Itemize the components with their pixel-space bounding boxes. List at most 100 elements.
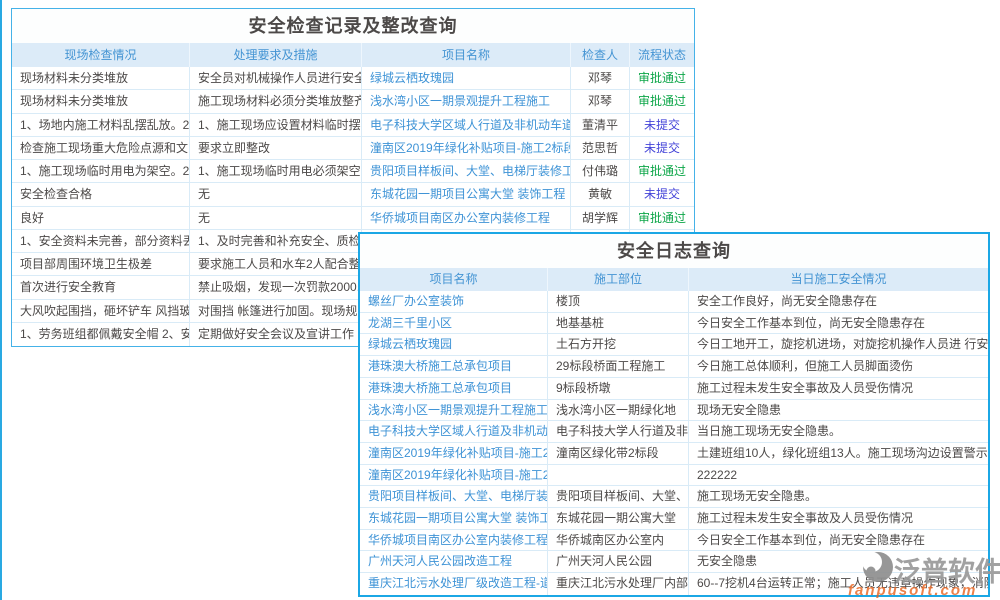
log-row: 贵阳项目样板间、大堂、电梯厅装修工程贵阳项目样板间、大堂、...施工现场无安全隐… — [360, 486, 988, 508]
construction-part-cell: 楼顶 — [548, 291, 689, 312]
log-row: 螺丝厂办公室装饰楼顶安全工作良好，尚无安全隐患存在 — [360, 291, 988, 313]
project-link[interactable]: 贵阳项目样板间、大堂、电梯厅装修工程 — [362, 160, 571, 182]
daily-safety-note-cell: 现场无安全隐患 — [689, 400, 988, 421]
window-title-log: 安全日志查询 — [360, 234, 988, 268]
project-link[interactable]: 东城花园一期项目公寓大堂 装饰工程 — [360, 508, 548, 529]
inspector-cell: 董清平 — [571, 114, 630, 136]
inspection-situation-cell: 大风吹起围挡，砸坏铲车 风挡玻... — [12, 300, 190, 322]
log-row: 潼南区2019年绿化补贴项目-施工2标段 222222 — [360, 465, 988, 487]
project-link[interactable]: 潼南区2019年绿化补贴项目-施工2标段 — [360, 465, 548, 486]
daily-safety-note-cell: 222222 — [689, 465, 988, 486]
construction-part-cell: 29标段桥面工程施工 — [548, 356, 689, 377]
daily-safety-note-cell: 今日工地开工，旋挖机进场，对旋挖机操作人员进 行安全技术... — [689, 334, 988, 355]
inspection-row: 1、施工现场临时用电为架空。2...1、施工现场临时用电必须架空...贵阳项目样… — [12, 160, 694, 183]
measure-cell: 禁止吸烟，发现一次罚款2000... — [190, 276, 362, 298]
measure-cell: 要求立即整改 — [190, 137, 362, 159]
screen-left-edge — [0, 0, 2, 600]
daily-safety-note-cell: 施工过程未发生安全事故及人员受伤情况 — [689, 378, 988, 399]
measure-cell: 安全员对机械操作人员进行安全... — [190, 67, 362, 89]
project-link[interactable]: 港珠澳大桥施工总承包项目 — [360, 356, 548, 377]
project-link[interactable]: 电子科技大学区域人行道及非机动车道工程 — [360, 421, 548, 442]
project-link[interactable]: 潼南区2019年绿化补贴项目-施工2标段 — [362, 137, 571, 159]
construction-part-cell: 东城花园一期公寓大堂 — [548, 508, 689, 529]
safety-log-query-window: 安全日志查询 项目名称施工部位当日施工安全情况 螺丝厂办公室装饰楼顶安全工作良好… — [358, 232, 990, 597]
column-header: 项目名称 — [360, 268, 548, 291]
log-row: 绿城云栖玫瑰园土石方开挖今日工地开工，旋挖机进场，对旋挖机操作人员进 行安全技术… — [360, 334, 988, 356]
inspection-situation-cell: 首次进行安全教育 — [12, 276, 190, 298]
construction-part-cell: 华侨城南区办公室内 — [548, 530, 689, 551]
daily-safety-note-cell: 今日安全工作基本到位，尚无安全隐患存在 — [689, 530, 988, 551]
daily-safety-note-cell: 今日施工总体顺利，但施工人员脚面烫伤 — [689, 356, 988, 377]
construction-part-cell: 广州天河人民公园 — [548, 551, 689, 572]
inspection-situation-cell: 1、施工现场临时用电为架空。2... — [12, 160, 190, 182]
measure-cell: 无 — [190, 183, 362, 205]
inspection-row: 安全检查合格无东城花园一期项目公寓大堂 装饰工程黄敏未提交 — [12, 183, 694, 206]
project-link[interactable]: 绿城云栖玫瑰园 — [362, 67, 571, 89]
inspection-row: 1、场地内施工材料乱摆乱放。2...1、施工现场应设置材料临时摆...电子科技大… — [12, 114, 694, 137]
project-link[interactable]: 重庆江北污水处理厂级改造工程-道路修复 — [360, 573, 548, 595]
log-row: 潼南区2019年绿化补贴项目-施工2标段潼南区绿化带2标段土建班组10人，绿化班… — [360, 443, 988, 465]
inspection-situation-cell: 项目部周围环境卫生极差 — [12, 253, 190, 275]
column-header: 流程状态 — [630, 43, 694, 67]
daily-safety-note-cell: 施工过程未发生安全事故及人员受伤情况 — [689, 508, 988, 529]
inspection-situation-cell: 1、场地内施工材料乱摆乱放。2... — [12, 114, 190, 136]
measure-cell: 1、施工现场应设置材料临时摆... — [190, 114, 362, 136]
inspection-situation-cell: 1、劳务班组都佩戴安全帽 2、安... — [12, 323, 190, 346]
daily-safety-note-cell: 土建班组10人，绿化班组13人。施工现场沟边设置警示标识，... — [689, 443, 988, 464]
log-table-header: 项目名称施工部位当日施工安全情况 — [360, 268, 988, 291]
measure-cell: 无 — [190, 207, 362, 229]
inspection-row: 检查施工现场重大危险点源和文...要求立即整改潼南区2019年绿化补贴项目-施工… — [12, 137, 694, 160]
inspection-situation-cell: 1、安全资料未完善，部分资料丢... — [12, 230, 190, 252]
daily-safety-note-cell: 施工现场无安全隐患。 — [689, 486, 988, 507]
inspection-situation-cell: 现场材料未分类堆放 — [12, 90, 190, 112]
status-cell: 未提交 — [630, 114, 694, 136]
construction-part-cell: 浅水湾小区一期绿化地 — [548, 400, 689, 421]
inspection-situation-cell: 良好 — [12, 207, 190, 229]
column-header: 施工部位 — [548, 268, 689, 291]
construction-part-cell — [548, 465, 689, 486]
project-link[interactable]: 华侨城项目南区办公室内装修工程 — [362, 207, 571, 229]
project-link[interactable]: 贵阳项目样板间、大堂、电梯厅装修工程 — [360, 486, 548, 507]
project-link[interactable]: 广州天河人民公园改造工程 — [360, 551, 548, 572]
project-link[interactable]: 华侨城项目南区办公室内装修工程 — [360, 530, 548, 551]
status-cell: 审批通过 — [630, 90, 694, 112]
project-link[interactable]: 电子科技大学区域人行道及非机动车道工程 — [362, 114, 571, 136]
project-link[interactable]: 港珠澳大桥施工总承包项目 — [360, 378, 548, 399]
log-row: 电子科技大学区域人行道及非机动车道工程电子科技大学人行道及非...当日施工现场无… — [360, 421, 988, 443]
status-cell: 审批通过 — [630, 160, 694, 182]
column-header: 处理要求及措施 — [190, 43, 362, 67]
daily-safety-note-cell: 今日安全工作基本到位，尚无安全隐患存在 — [689, 313, 988, 334]
inspection-row: 现场材料未分类堆放安全员对机械操作人员进行安全...绿城云栖玫瑰园邓琴审批通过 — [12, 67, 694, 90]
daily-safety-note-cell: 当日施工现场无安全隐患。 — [689, 421, 988, 442]
project-link[interactable]: 龙湖三千里小区 — [360, 313, 548, 334]
column-header: 检查人 — [571, 43, 630, 67]
project-link[interactable]: 绿城云栖玫瑰园 — [360, 334, 548, 355]
construction-part-cell: 地基基桩 — [548, 313, 689, 334]
inspection-row: 良好无华侨城项目南区办公室内装修工程胡学辉审批通过 — [12, 207, 694, 230]
project-link[interactable]: 浅水湾小区一期景观提升工程施工 — [360, 400, 548, 421]
project-link[interactable]: 浅水湾小区一期景观提升工程施工 — [362, 90, 571, 112]
inspector-cell: 付伟璐 — [571, 160, 630, 182]
project-link[interactable]: 潼南区2019年绿化补贴项目-施工2标段 — [360, 443, 548, 464]
vendor-watermark: 泛普软件 fanpusoft.com — [860, 549, 1000, 590]
status-cell: 审批通过 — [630, 207, 694, 229]
measure-cell: 定期做好安全会议及宣讲工作 — [190, 323, 362, 346]
inspection-situation-cell: 安全检查合格 — [12, 183, 190, 205]
watermark-url-text: fanpusoft.com — [848, 582, 977, 599]
project-link[interactable]: 螺丝厂办公室装饰 — [360, 291, 548, 312]
measure-cell: 施工现场材料必须分类堆放整齐... — [190, 90, 362, 112]
inspector-cell: 黄敏 — [571, 183, 630, 205]
inspector-cell: 范思哲 — [571, 137, 630, 159]
log-row: 港珠澳大桥施工总承包项目29标段桥面工程施工今日施工总体顺利，但施工人员脚面烫伤 — [360, 356, 988, 378]
construction-part-cell: 贵阳项目样板间、大堂、... — [548, 486, 689, 507]
project-link[interactable]: 东城花园一期项目公寓大堂 装饰工程 — [362, 183, 571, 205]
column-header: 当日施工安全情况 — [689, 268, 988, 291]
construction-part-cell: 土石方开挖 — [548, 334, 689, 355]
construction-part-cell: 9标段桥墩 — [548, 378, 689, 399]
measure-cell: 1、施工现场临时用电必须架空... — [190, 160, 362, 182]
inspector-cell: 胡学辉 — [571, 207, 630, 229]
daily-safety-note-cell: 安全工作良好，尚无安全隐患存在 — [689, 291, 988, 312]
inspection-situation-cell: 现场材料未分类堆放 — [12, 67, 190, 89]
construction-part-cell: 重庆江北污水处理厂内部... — [548, 573, 689, 595]
inspection-row: 现场材料未分类堆放施工现场材料必须分类堆放整齐...浅水湾小区一期景观提升工程施… — [12, 90, 694, 113]
